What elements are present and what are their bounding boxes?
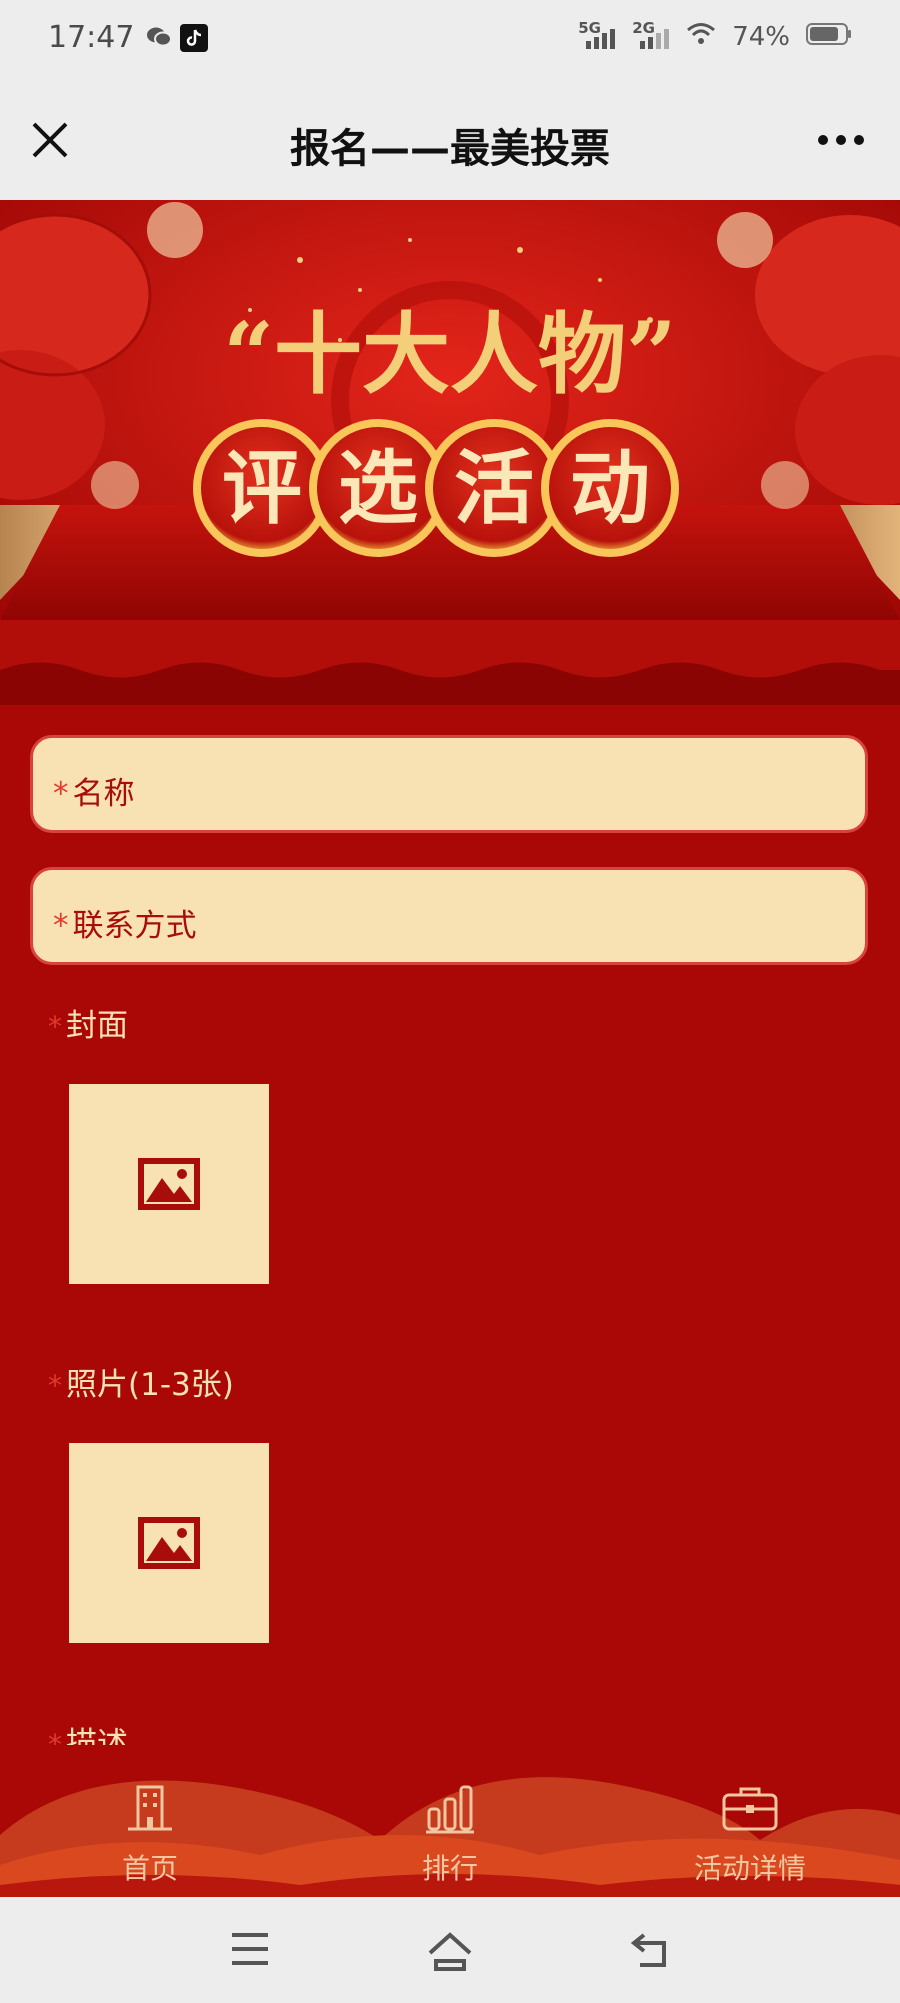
wechat-icon: [146, 26, 172, 52]
name-field[interactable]: * 名称: [30, 735, 868, 833]
cover-upload-button[interactable]: [69, 1084, 269, 1284]
cover-label-text: 封面: [66, 1008, 128, 1044]
page-title: 报名——最美投票: [290, 126, 610, 172]
photos-label: * 照片(1-3张): [48, 1359, 234, 1404]
wifi-icon: [686, 22, 716, 52]
signup-form-page: “十大人物” 评 选 活 动 * 名称 * 联系方式 * 封面 * 照片(1-3…: [0, 200, 900, 1897]
back-icon[interactable]: [630, 1931, 670, 1973]
tiktok-icon: [180, 24, 208, 56]
banner-char-4: 动: [570, 441, 650, 535]
photos-label-text: 照片(1-3张): [66, 1367, 234, 1403]
required-mark: *: [53, 908, 69, 944]
photos-upload-button[interactable]: [69, 1443, 269, 1643]
battery-icon: [806, 22, 852, 52]
required-mark: *: [53, 776, 69, 812]
tab-event-details-label: 活动详情: [693, 1852, 806, 1885]
tab-ranking-label: 排行: [421, 1852, 478, 1885]
tab-ranking[interactable]: 排行: [300, 1745, 600, 1897]
briefcase-icon: [722, 1787, 778, 1831]
home-icon[interactable]: [426, 1931, 474, 1975]
image-icon: [138, 1158, 200, 1210]
signal-2g-icon: 2G: [632, 19, 670, 51]
name-placeholder: 名称: [72, 776, 135, 812]
cover-label: * 封面: [48, 1000, 128, 1045]
event-banner: “十大人物” 评 选 活 动: [0, 200, 900, 705]
bottom-tab-bar: 首页 排行 活动详情: [0, 1745, 900, 1897]
system-navigation-bar: [0, 1897, 900, 2003]
network-type-1: 5G: [578, 19, 601, 37]
close-icon: [32, 122, 68, 158]
banner-char-3: 活: [454, 441, 534, 535]
banner-artwork: “十大人物” 评 选 活 动: [0, 200, 900, 705]
image-icon: [138, 1517, 200, 1569]
tab-home[interactable]: 首页: [0, 1745, 300, 1897]
banner-char-2: 选: [338, 441, 418, 535]
banner-title-line1: “十大人物”: [223, 302, 676, 406]
status-bar: 17:47 5G 2G 74%: [0, 0, 900, 80]
menu-icon[interactable]: [230, 1931, 270, 1971]
network-type-2: 2G: [632, 19, 655, 37]
battery-level: 74%: [732, 22, 790, 52]
tab-home-label: 首页: [121, 1852, 178, 1885]
tab-event-details[interactable]: 活动详情: [600, 1745, 900, 1897]
status-time: 17:47: [48, 20, 135, 55]
required-mark: *: [48, 1369, 62, 1402]
banner-char-1: 评: [222, 441, 302, 535]
required-mark: *: [48, 1010, 62, 1043]
more-icon: [818, 135, 864, 145]
contact-placeholder: 联系方式: [72, 908, 197, 944]
building-icon: [128, 1785, 172, 1831]
contact-field[interactable]: * 联系方式: [30, 867, 868, 965]
signal-5g-icon: 5G: [578, 19, 616, 51]
close-button[interactable]: [28, 118, 72, 162]
more-button[interactable]: [816, 130, 866, 150]
navigation-bar: 报名——最美投票: [0, 80, 900, 200]
bar-chart-icon: [426, 1785, 474, 1834]
